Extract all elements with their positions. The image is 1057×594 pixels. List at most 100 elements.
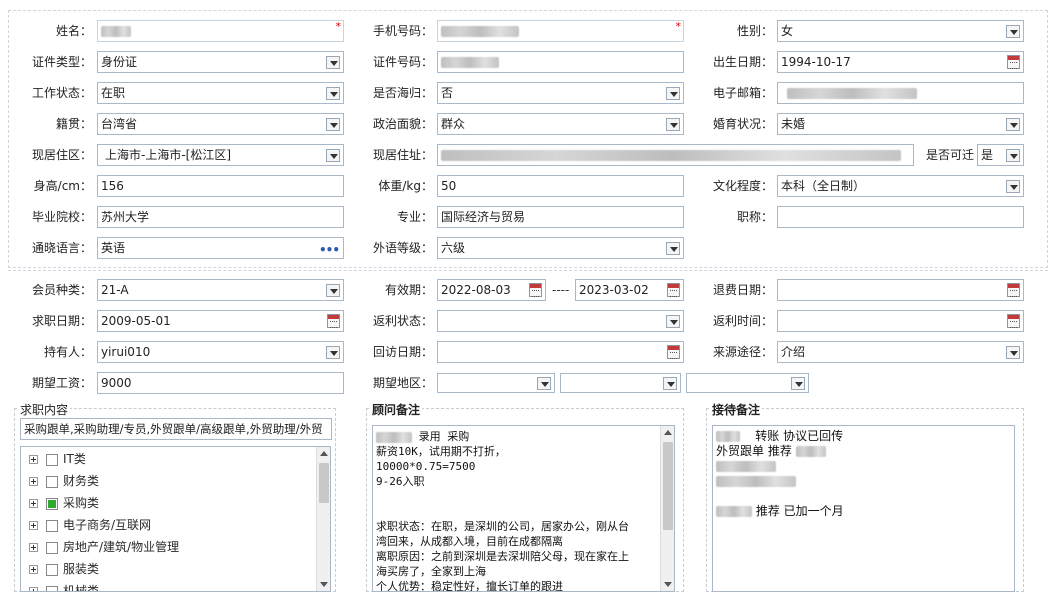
scroll-up-icon[interactable] [664, 430, 672, 435]
advisor-notes-textarea[interactable]: 录用 采购 薪资10K，试用期不打折， 10000*0.75=7500 9-26… [372, 425, 675, 592]
marital-select[interactable]: 未婚 [777, 113, 1024, 135]
tree-item-machinery[interactable]: 机械类 [29, 581, 99, 591]
dropdown-arrow-icon[interactable] [791, 377, 805, 390]
member-type-select[interactable]: 21-A [97, 279, 344, 301]
dropdown-arrow-icon[interactable] [666, 87, 680, 100]
scroll-thumb[interactable] [319, 463, 329, 503]
job-category-tree[interactable]: IT类 财务类 采购类 电子商务/互联网 房地产/建筑/物业管理 服装类 机械类 [20, 446, 331, 592]
current-address-field[interactable] [437, 144, 914, 166]
major-field[interactable]: 国际经济与贸易 [437, 206, 684, 228]
dropdown-arrow-icon[interactable] [1006, 149, 1020, 162]
scroll-up-icon[interactable] [320, 451, 328, 456]
height-field[interactable]: 156 [97, 175, 344, 197]
dropdown-arrow-icon[interactable] [537, 377, 551, 390]
expand-icon[interactable] [29, 455, 38, 464]
email-field[interactable] [777, 82, 1024, 104]
dropdown-arrow-icon[interactable] [326, 284, 340, 297]
job-content-selected-field[interactable]: 采购跟单,采购助理/专员,外贸跟单/高级跟单,外贸助理/外贸 [20, 418, 332, 440]
school-field[interactable]: 苏州大学 [97, 206, 344, 228]
tree-item-ecommerce[interactable]: 电子商务/互联网 [29, 515, 151, 535]
gender-select[interactable]: 女 [777, 20, 1024, 42]
name-field[interactable]: * [97, 20, 344, 42]
job-date-field[interactable]: 2009-05-01 [97, 310, 344, 332]
tree-item-purchasing[interactable]: 采购类 [29, 493, 99, 513]
dropdown-arrow-icon[interactable] [1006, 118, 1020, 131]
source-select[interactable]: 介绍 [777, 341, 1024, 363]
holder-select[interactable]: yirui010 [97, 341, 344, 363]
current-area-select[interactable]: 上海市-上海市-[松江区] [97, 144, 344, 166]
dropdown-arrow-icon[interactable] [1006, 180, 1020, 193]
political-select[interactable]: 群众 [437, 113, 684, 135]
calendar-icon[interactable] [667, 283, 680, 297]
expand-icon[interactable] [29, 587, 38, 591]
checkbox[interactable] [46, 541, 58, 554]
tree-scrollbar[interactable] [316, 447, 330, 591]
expand-icon[interactable] [29, 565, 38, 574]
expected-salary-field[interactable]: 9000 [97, 372, 344, 394]
refund-date-field[interactable] [777, 279, 1024, 301]
source-value: 介绍 [781, 345, 806, 359]
tree-item-apparel[interactable]: 服装类 [29, 559, 99, 579]
scroll-down-icon[interactable] [320, 582, 328, 587]
dropdown-arrow-icon[interactable] [666, 315, 680, 328]
dropdown-arrow-icon[interactable] [326, 56, 340, 69]
returnee-select[interactable]: 否 [437, 82, 684, 104]
visit-date-field[interactable] [437, 341, 684, 363]
dropdown-arrow-icon[interactable] [666, 118, 680, 131]
tree-item-finance[interactable]: 财务类 [29, 471, 99, 491]
expand-icon[interactable] [29, 477, 38, 486]
dropdown-arrow-icon[interactable] [666, 242, 680, 255]
checkbox[interactable] [46, 453, 58, 466]
expected-city-select[interactable] [560, 373, 681, 393]
checkbox[interactable] [46, 519, 58, 532]
valid-from-value: 2022-08-03 [441, 283, 511, 297]
id-type-select[interactable]: 身份证 [97, 51, 344, 73]
dropdown-arrow-icon[interactable] [326, 118, 340, 131]
dropdown-arrow-icon[interactable] [326, 149, 340, 162]
rebate-time-field[interactable] [777, 310, 1024, 332]
work-status-select[interactable]: 在职 [97, 82, 344, 104]
checkbox-checked[interactable] [46, 497, 58, 510]
calendar-icon[interactable] [1007, 283, 1020, 297]
checkbox[interactable] [46, 563, 58, 576]
tree-item-it[interactable]: IT类 [29, 449, 86, 469]
dropdown-arrow-icon[interactable] [326, 87, 340, 100]
job-title-field[interactable] [777, 206, 1024, 228]
reception-notes-textarea[interactable]: 转账 协议已回传 外贸跟单 推荐 推荐 已加一个月 [712, 425, 1015, 592]
dropdown-arrow-icon[interactable] [663, 377, 677, 390]
phone-field[interactable]: * [437, 20, 684, 42]
scroll-down-icon[interactable] [664, 582, 672, 587]
note-line: 求职状态：在职，是深圳的公司，居家办公，刚从台 [376, 520, 629, 533]
expand-icon[interactable] [29, 499, 38, 508]
expand-icon[interactable] [29, 521, 38, 530]
scroll-thumb[interactable] [663, 442, 673, 530]
calendar-icon[interactable] [667, 345, 680, 359]
advisor-notes-scrollbar[interactable] [660, 426, 674, 591]
id-number-field[interactable] [437, 51, 684, 73]
more-options-icon[interactable]: ••• [319, 240, 340, 258]
education-label: 文化程度： [712, 179, 773, 193]
valid-to-field[interactable]: 2023-03-02 [575, 279, 684, 301]
calendar-icon[interactable] [327, 314, 340, 328]
dropdown-arrow-icon[interactable] [326, 346, 340, 359]
calendar-icon[interactable] [1007, 314, 1020, 328]
dropdown-arrow-icon[interactable] [1006, 25, 1020, 38]
tree-item-realestate[interactable]: 房地产/建筑/物业管理 [29, 537, 179, 557]
expected-district-select[interactable] [686, 373, 809, 393]
weight-field[interactable]: 50 [437, 175, 684, 197]
language-level-select[interactable]: 六级 [437, 237, 684, 259]
valid-from-field[interactable]: 2022-08-03 [437, 279, 546, 301]
checkbox[interactable] [46, 475, 58, 488]
expected-province-select[interactable] [437, 373, 555, 393]
education-select[interactable]: 本科（全日制） [777, 175, 1024, 197]
calendar-icon[interactable] [1007, 55, 1020, 69]
rebate-status-select[interactable] [437, 310, 684, 332]
expand-icon[interactable] [29, 543, 38, 552]
can-contact-select[interactable]: 是 [977, 144, 1024, 166]
birth-date-field[interactable]: 1994-10-17 [777, 51, 1024, 73]
dropdown-arrow-icon[interactable] [1006, 346, 1020, 359]
language-field[interactable]: 英语 ••• [97, 237, 344, 259]
calendar-icon[interactable] [529, 283, 542, 297]
native-place-select[interactable]: 台湾省 [97, 113, 344, 135]
checkbox[interactable] [46, 585, 58, 591]
